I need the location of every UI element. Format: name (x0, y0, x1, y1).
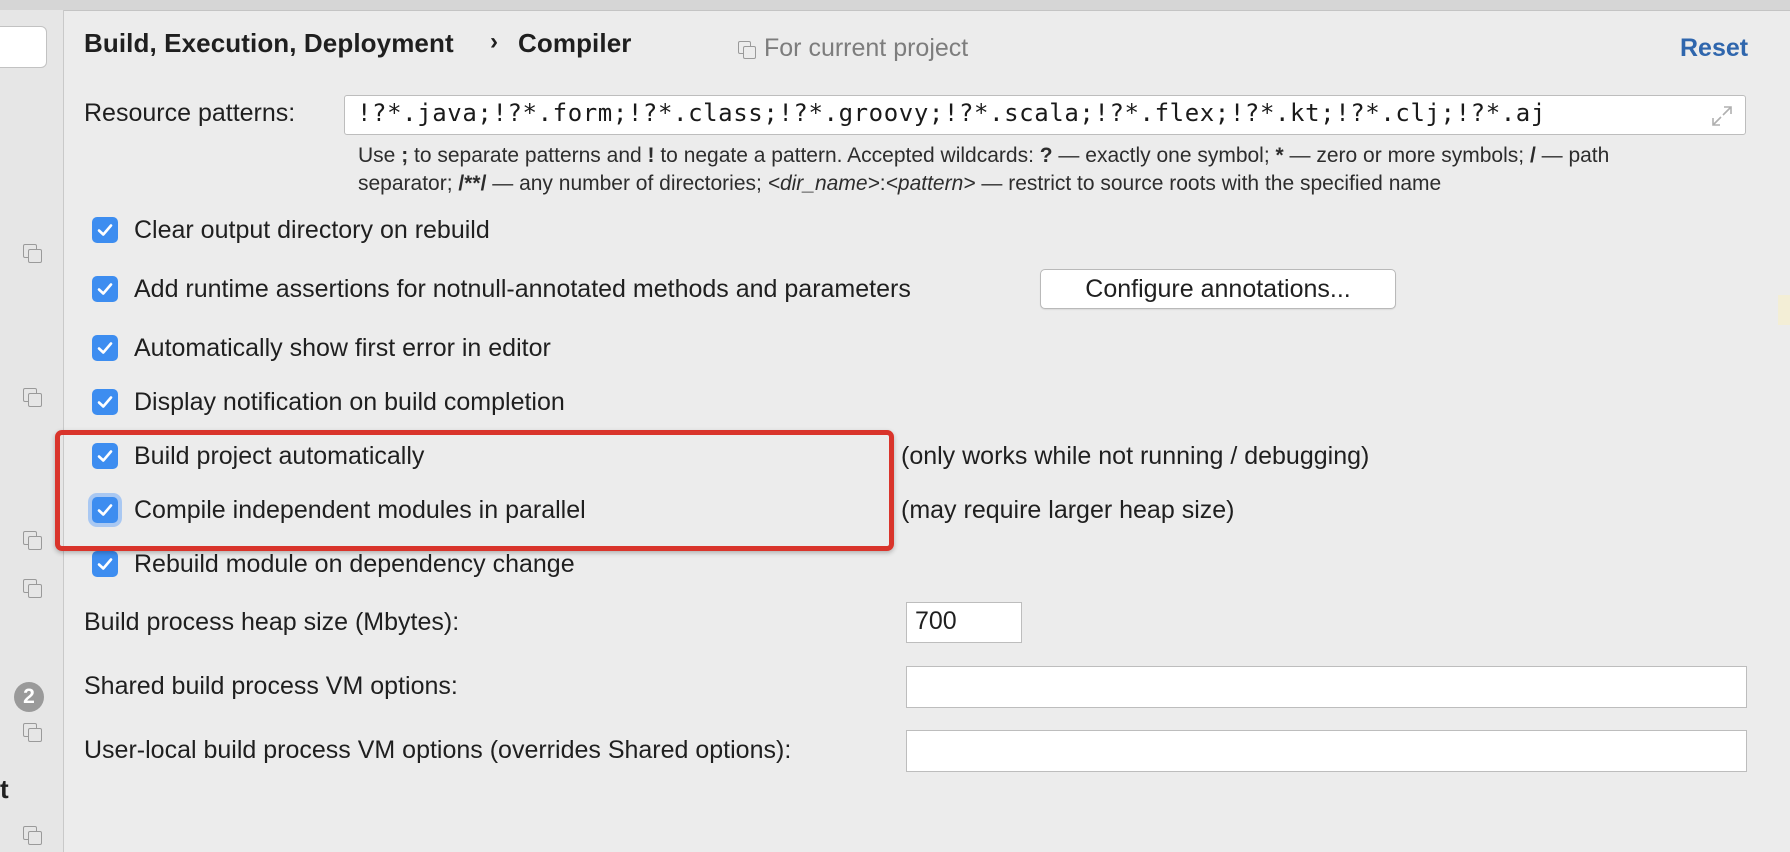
local-vm-label: User-local build process VM options (ove… (84, 736, 792, 764)
expand-icon[interactable] (1709, 103, 1735, 129)
runtime-assertions-label: Add runtime assertions for notnull-annot… (134, 275, 911, 303)
show-first-error-label: Automatically show first error in editor (134, 334, 551, 362)
checkmark-icon (97, 224, 113, 236)
window-top-strip (0, 0, 1790, 11)
rebuild-on-dependency-checkbox[interactable] (92, 551, 118, 577)
settings-nav-pane: 2 t (0, 10, 64, 852)
checkmark-icon (97, 283, 113, 295)
scope-label: For current project (764, 34, 969, 62)
resource-patterns-hint-line2: separator; /**/ — any number of director… (358, 172, 1442, 195)
heap-size-value: 700 (915, 607, 957, 635)
checkmark-icon (97, 558, 113, 570)
page-title: Compiler (518, 28, 632, 58)
nav-item-label-partial[interactable]: t (0, 774, 9, 805)
build-notification-label: Display notification on build completion (134, 388, 565, 416)
checkmark-icon (97, 342, 113, 354)
clear-output-label: Clear output directory on rebuild (134, 216, 490, 244)
breadcrumb-separator: › (490, 28, 498, 55)
resource-patterns-label: Resource patterns: (84, 99, 296, 127)
local-vm-input[interactable] (906, 730, 1747, 772)
project-scope-icon (22, 243, 42, 263)
nav-count-badge: 2 (14, 682, 44, 712)
resource-patterns-input[interactable]: !?*.java;!?*.form;!?*.class;!?*.groovy;!… (344, 95, 1746, 135)
heap-size-input[interactable]: 700 (906, 602, 1022, 643)
configure-annotations-button[interactable]: Configure annotations... (1040, 269, 1396, 309)
project-scope-icon (22, 578, 42, 598)
project-scope-icon (22, 530, 42, 550)
build-notification-checkbox[interactable] (92, 389, 118, 415)
build-automatically-note: (only works while not running / debuggin… (901, 442, 1370, 470)
project-scope-icon (22, 825, 42, 845)
rebuild-on-dependency-label: Rebuild module on dependency change (134, 550, 575, 578)
editor-edge-highlight (1778, 295, 1790, 325)
project-scope-icon (22, 722, 42, 742)
project-scope-icon (737, 40, 757, 60)
shared-vm-label: Shared build process VM options: (84, 672, 458, 700)
settings-search-field[interactable] (0, 26, 47, 68)
resource-patterns-hint-line1: Use ; to separate patterns and ! to nega… (358, 144, 1610, 167)
clear-output-checkbox[interactable] (92, 217, 118, 243)
checkmark-icon (97, 396, 113, 408)
shared-vm-input[interactable] (906, 666, 1747, 708)
runtime-assertions-checkbox[interactable] (92, 276, 118, 302)
heap-size-label: Build process heap size (Mbytes): (84, 608, 460, 636)
show-first-error-checkbox[interactable] (92, 335, 118, 361)
annotation-highlight-box (55, 430, 894, 551)
parallel-compile-note: (may require larger heap size) (901, 496, 1235, 524)
project-scope-icon (22, 387, 42, 407)
reset-link[interactable]: Reset (1680, 34, 1748, 63)
resource-patterns-value: !?*.java;!?*.form;!?*.class;!?*.groovy;!… (357, 99, 1546, 127)
breadcrumb-parent[interactable]: Build, Execution, Deployment (84, 28, 454, 59)
